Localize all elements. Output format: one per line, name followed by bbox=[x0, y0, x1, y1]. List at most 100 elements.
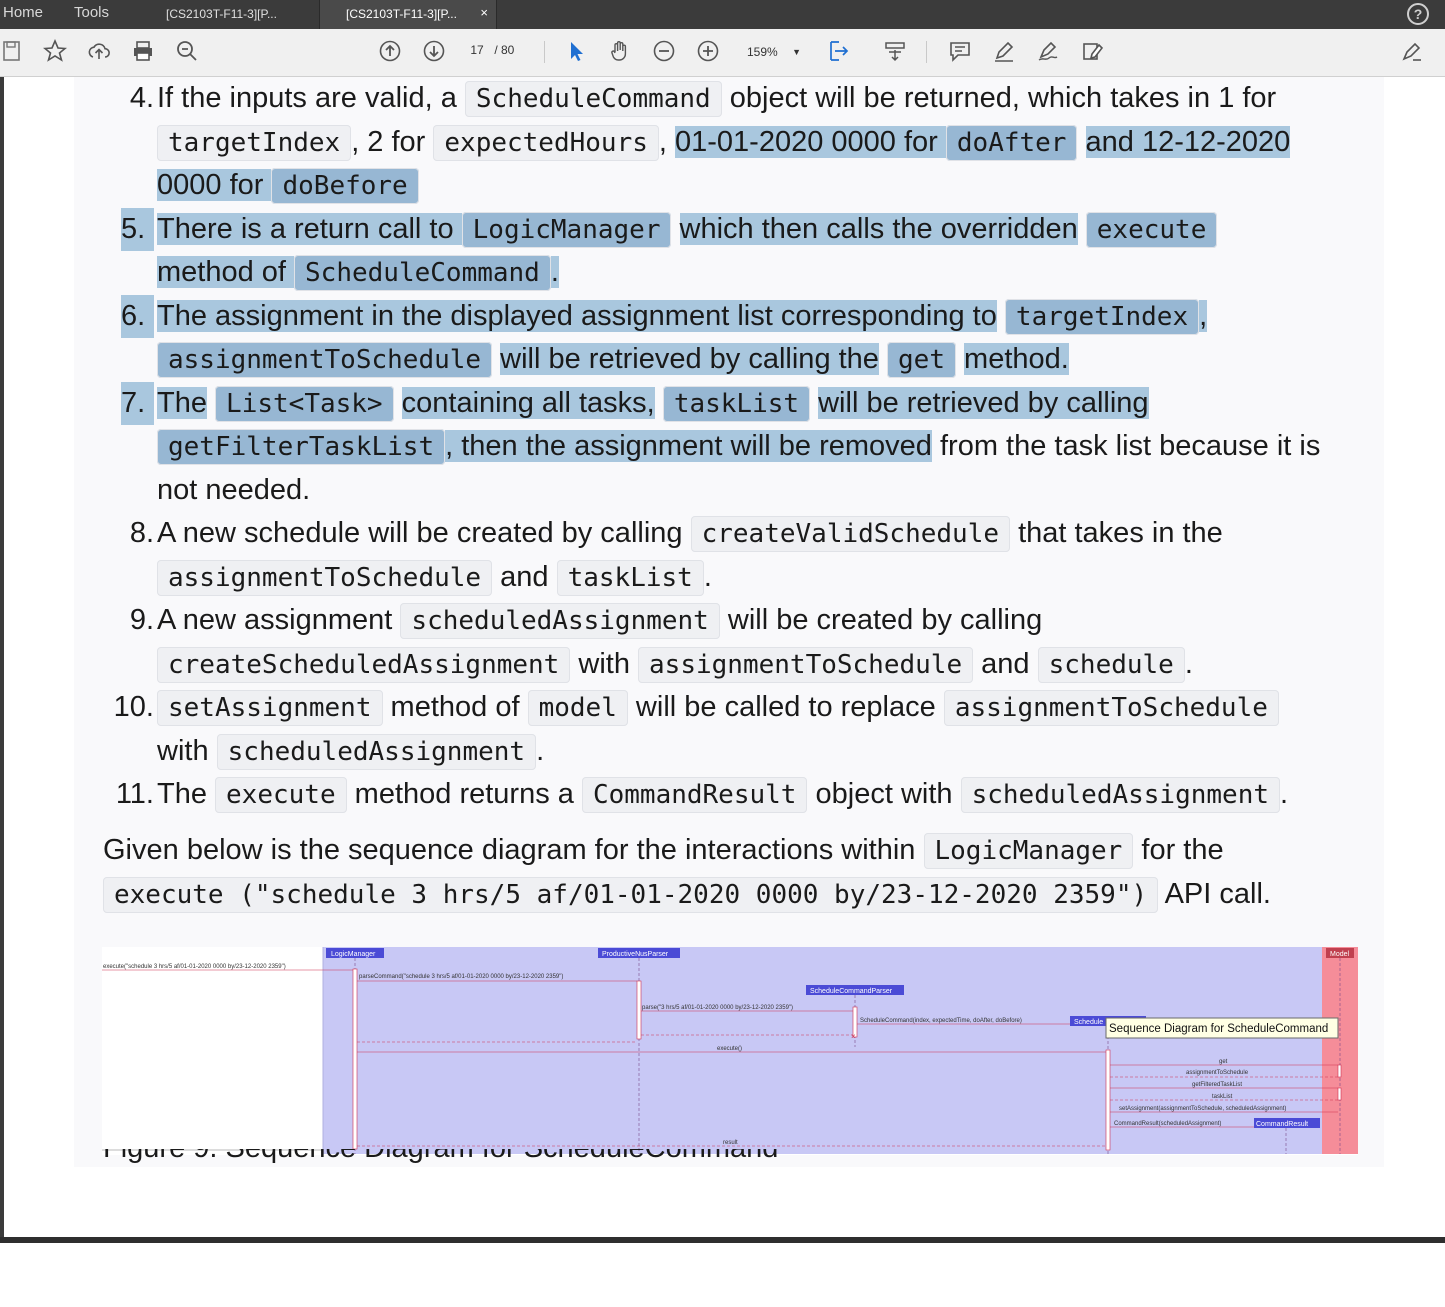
share-sign-icon[interactable] bbox=[1399, 39, 1425, 65]
text-run: The bbox=[157, 386, 207, 419]
fit-page-icon[interactable] bbox=[826, 39, 852, 65]
text-run: with bbox=[157, 734, 217, 767]
comment-icon[interactable] bbox=[947, 39, 973, 65]
inline-code: createScheduledAssignment bbox=[157, 646, 571, 683]
text-run: 0000 for bbox=[157, 169, 272, 201]
text-run: A new schedule will be created by callin… bbox=[157, 517, 691, 549]
home-menu[interactable]: Home bbox=[3, 4, 43, 21]
list-item-line: There is a return call to LogicManager w… bbox=[157, 208, 1384, 252]
list-item: 11. The execute method returns a CommandR… bbox=[74, 773, 1384, 817]
list-item-line: A new assignment scheduledAssignment wil… bbox=[157, 599, 1384, 643]
zoom-level-value: 159% bbox=[747, 45, 778, 59]
page-up-icon[interactable] bbox=[377, 39, 403, 65]
inline-code: List<Task> bbox=[215, 385, 394, 422]
text-run: not needed. bbox=[157, 473, 311, 506]
page-number-input[interactable]: 17 bbox=[463, 43, 491, 57]
list-item: 6. The assignment in the displayed assign… bbox=[74, 294, 1384, 382]
tab-bar: Home Tools [CS2103T-F11-3][P... [CS2103T… bbox=[0, 0, 1445, 29]
inline-code: assignmentToSchedule bbox=[943, 690, 1279, 726]
next-page-gap bbox=[0, 1237, 1445, 1307]
text-run bbox=[956, 343, 964, 375]
save-icon[interactable] bbox=[0, 39, 26, 65]
text-run: will be retrieved by calling bbox=[818, 386, 1149, 419]
inline-code: LogicManager bbox=[923, 833, 1134, 869]
text-run: The assignment in the displayed assignme… bbox=[157, 299, 997, 332]
list-item-line: setAssignment method of model will be ca… bbox=[157, 686, 1384, 730]
text-run: with bbox=[570, 647, 639, 680]
list-item: 8. A new schedule will be created by call… bbox=[74, 512, 1384, 599]
text-run: will be called to replace bbox=[627, 691, 944, 723]
text-run: and bbox=[492, 560, 557, 593]
stamp-edit-icon[interactable] bbox=[1079, 39, 1105, 65]
intro-paragraph-line-2: execute ("schedule 3 hrs/5 af/01-01-2020… bbox=[103, 877, 1271, 913]
participant-commandresult-label: CommandResult bbox=[1256, 1121, 1308, 1128]
list-item: 9. A new assignment scheduledAssignment w… bbox=[74, 599, 1384, 686]
list-item-line: A new schedule will be created by callin… bbox=[157, 512, 1384, 556]
tab-document-1[interactable]: [CS2103T-F11-3][P... bbox=[140, 0, 318, 29]
help-icon[interactable]: ? bbox=[1407, 3, 1429, 25]
inline-code: execute ("schedule 3 hrs/5 af/01-01-2020… bbox=[103, 877, 1159, 913]
text-run bbox=[997, 300, 1005, 332]
list-item-line: createScheduledAssignment with assignmen… bbox=[157, 643, 1384, 687]
inline-code: LogicManager bbox=[461, 211, 672, 248]
list-item-line: assignmentToSchedule and taskList. bbox=[157, 556, 1384, 600]
text-run: method of bbox=[382, 691, 528, 723]
zoom-search-icon[interactable] bbox=[174, 39, 200, 65]
inline-code: doBefore bbox=[271, 168, 419, 204]
tab-label: [CS2103T-F11-3][P... bbox=[346, 7, 457, 21]
text-run bbox=[671, 213, 679, 245]
msg-result: result bbox=[723, 1140, 738, 1146]
text-run bbox=[1077, 126, 1085, 158]
text-run: and bbox=[973, 647, 1038, 680]
list-item-line: getFilterTaskList, then the assignment w… bbox=[157, 425, 1384, 469]
inline-code: CommandResult bbox=[581, 777, 808, 813]
inline-code: execute bbox=[1085, 211, 1218, 248]
text-run: . bbox=[703, 560, 712, 593]
document-viewport[interactable]: 4. If the inputs are valid, a ScheduleCom… bbox=[0, 77, 1445, 1237]
inline-code: taskList bbox=[662, 385, 811, 422]
list-item-line: assignmentToSchedule will be retrieved b… bbox=[157, 338, 1384, 382]
msg-assignment: assignmentToSchedule bbox=[1186, 1070, 1249, 1076]
bookmark-star-icon[interactable] bbox=[42, 38, 68, 65]
print-icon[interactable] bbox=[130, 39, 156, 65]
msg-set-assignment: setAssignment(assignmentToSchedule, sche… bbox=[1119, 1106, 1286, 1112]
list-item-line: not needed. bbox=[157, 469, 1384, 513]
scroll-mode-icon[interactable] bbox=[882, 39, 908, 65]
tools-menu[interactable]: Tools bbox=[74, 4, 109, 21]
participant-logicmanager-label: LogicManager bbox=[331, 951, 376, 958]
list-item-number: 9. bbox=[129, 604, 154, 636]
svg-text:×: × bbox=[851, 1032, 856, 1041]
zoom-in-icon[interactable] bbox=[695, 39, 721, 65]
close-icon[interactable]: × bbox=[480, 5, 488, 20]
page-down-icon[interactable] bbox=[421, 39, 447, 65]
inline-code: doAfter bbox=[945, 124, 1078, 161]
hand-tool-icon[interactable] bbox=[607, 39, 633, 65]
list-item-line: If the inputs are valid, a ScheduleComma… bbox=[157, 77, 1384, 121]
inline-code: targetIndex bbox=[1004, 298, 1200, 335]
zoom-out-icon[interactable] bbox=[651, 39, 677, 65]
list-item-number: 5. bbox=[121, 207, 154, 251]
inline-code: scheduledAssignment bbox=[216, 733, 537, 770]
list-item: 10. setAssignment method of model will be… bbox=[74, 686, 1384, 773]
text-run bbox=[1078, 213, 1086, 245]
cloud-upload-icon[interactable] bbox=[86, 39, 112, 65]
list-item-line: The execute method returns a CommandResu… bbox=[157, 773, 1384, 817]
text-run: containing all tasks, bbox=[401, 386, 655, 419]
text-run: A new assignment bbox=[157, 604, 401, 636]
zoom-level-select[interactable]: 159% ▼ bbox=[741, 39, 805, 65]
text-run: which then calls the overridden bbox=[679, 212, 1078, 245]
select-cursor-icon[interactable] bbox=[563, 39, 589, 65]
sign-pen-icon[interactable] bbox=[1035, 39, 1061, 65]
list-item-number: 7. bbox=[121, 381, 154, 425]
tab-document-2[interactable]: [CS2103T-F11-3][P... × bbox=[319, 0, 497, 29]
text-run: 01-01-2020 0000 for bbox=[675, 125, 946, 158]
tab-label: [CS2103T-F11-3][P... bbox=[166, 7, 277, 21]
text-run: , bbox=[1199, 299, 1208, 332]
inline-code: assignmentToSchedule bbox=[638, 646, 974, 683]
inline-code: model bbox=[527, 690, 628, 726]
diagram-tooltip-text: Sequence Diagram for ScheduleCommand bbox=[1109, 1023, 1328, 1035]
text-run: . bbox=[550, 256, 559, 288]
list-item: 5. There is a return call to LogicManager… bbox=[74, 207, 1384, 295]
toolbar-divider bbox=[926, 41, 927, 63]
highlight-pen-icon[interactable] bbox=[991, 39, 1017, 65]
